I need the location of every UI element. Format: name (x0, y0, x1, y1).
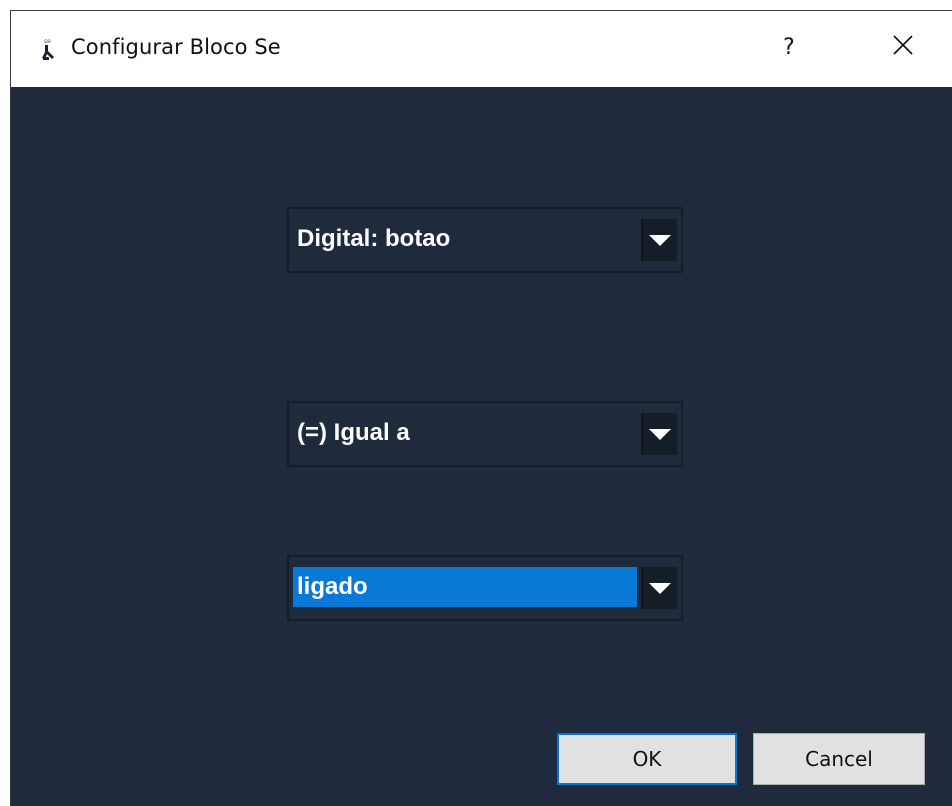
svg-text:se: se (44, 38, 51, 45)
cancel-button[interactable]: Cancel (753, 733, 925, 785)
configure-if-block-dialog: se Configurar Bloco Se ? Digital: botao … (10, 10, 952, 806)
close-button[interactable] (883, 29, 923, 65)
chevron-down-icon (649, 234, 671, 246)
title-bar[interactable]: se Configurar Bloco Se ? (11, 11, 952, 87)
chevron-down-icon (649, 428, 671, 440)
sensor-select[interactable]: Digital: botao (287, 207, 683, 273)
chevron-down-icon (649, 582, 671, 594)
app-icon: se (39, 37, 57, 61)
state-select-value: ligado (293, 567, 637, 607)
close-icon (892, 34, 914, 60)
state-select[interactable]: ligado (287, 555, 683, 621)
operator-dropdown-button[interactable] (641, 413, 677, 455)
operator-select-value: (=) Igual a (297, 419, 410, 446)
operator-select[interactable]: (=) Igual a (287, 401, 683, 467)
window-title: Configurar Bloco Se (71, 35, 281, 59)
help-button[interactable]: ? (771, 29, 807, 65)
state-dropdown-button[interactable] (641, 567, 677, 609)
ok-button[interactable]: OK (557, 733, 737, 785)
sensor-dropdown-button[interactable] (641, 219, 677, 261)
sensor-select-value: Digital: botao (297, 225, 451, 252)
